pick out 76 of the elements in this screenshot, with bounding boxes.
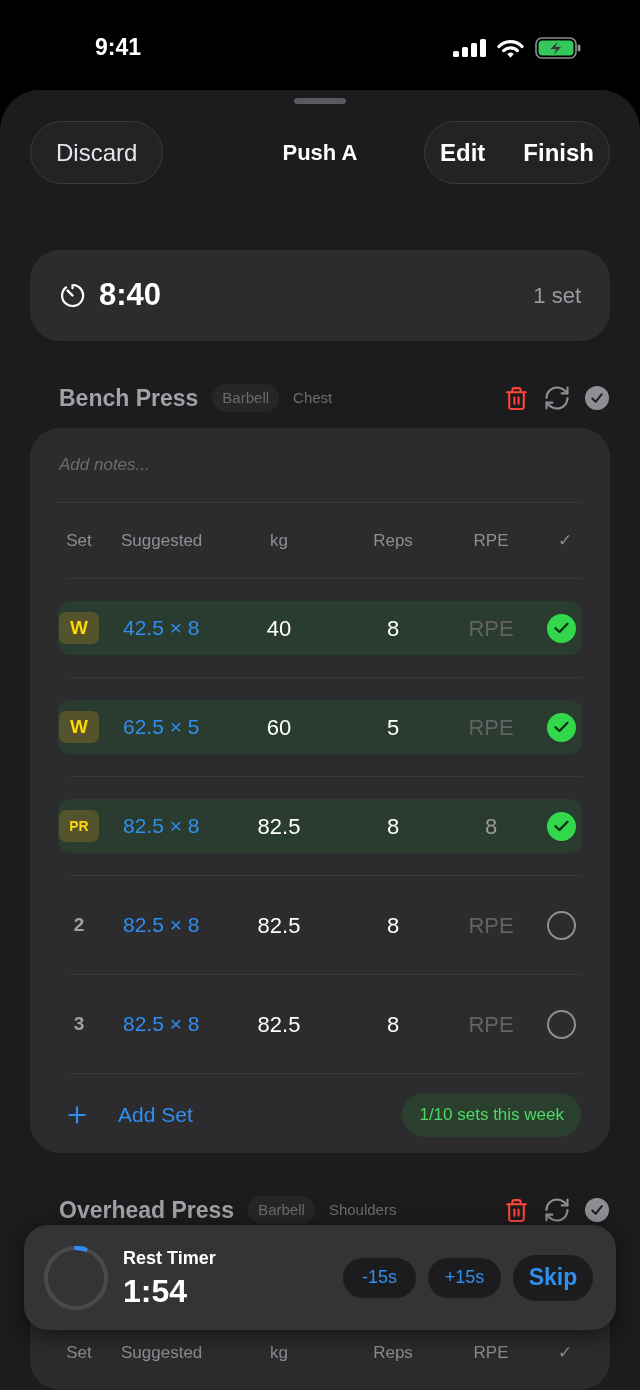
checkmark-icon [554, 820, 569, 832]
column-header: Reps [373, 529, 413, 552]
weight-input[interactable]: 60 [244, 710, 314, 744]
pr-set-badge[interactable]: PR [59, 810, 99, 842]
swap-icon[interactable] [543, 1196, 571, 1224]
adjust-time-button[interactable]: -15s [343, 1257, 416, 1298]
timer-icon [60, 283, 85, 308]
workout-title: Push A [282, 139, 358, 167]
exercise-name[interactable]: Overhead Press [59, 1198, 235, 1222]
edit-button[interactable]: Edit [440, 134, 486, 171]
checkmark-circle-icon[interactable] [585, 1198, 609, 1222]
suggested-weight-reps[interactable]: 42.5 × 8 [123, 616, 200, 640]
set-count: 1 set [533, 282, 581, 310]
battery-charging-icon [535, 37, 581, 59]
reps-input[interactable]: 5 [368, 710, 418, 744]
suggested-weight-reps[interactable]: 82.5 × 8 [123, 1012, 200, 1036]
muscle-tag: Shoulders [328, 1198, 397, 1222]
weight-input[interactable]: 82.5 [244, 809, 314, 843]
column-header: RPE [473, 1341, 509, 1364]
weight-input[interactable]: 40 [244, 611, 314, 645]
rpe-input[interactable]: RPE [466, 611, 516, 645]
rpe-input[interactable]: RPE [466, 1007, 516, 1041]
checkmark-circle-icon[interactable] [585, 386, 609, 410]
set-complete-checkbox[interactable] [547, 910, 576, 940]
set-complete-checkbox[interactable] [547, 712, 576, 742]
reps-input[interactable]: 8 [368, 611, 418, 645]
reps-input[interactable]: 8 [368, 809, 418, 843]
column-header: ✓ [558, 529, 572, 552]
finish-button[interactable]: Finish [523, 134, 594, 171]
status-time: 9:41 [95, 33, 142, 61]
equipment-tag: Barbell [248, 1195, 315, 1225]
rpe-input[interactable]: RPE [466, 908, 516, 942]
warmup-set-badge[interactable]: W [59, 612, 99, 644]
elapsed-time: 8:40 [99, 276, 162, 315]
adjust-time-button[interactable]: +15s [428, 1257, 501, 1298]
weight-input[interactable]: 82.5 [244, 908, 314, 942]
swap-icon[interactable] [543, 384, 571, 412]
weekly-sets-chip: 1/10 sets this week [402, 1092, 581, 1137]
equipment-tag: Barbell [212, 383, 280, 413]
rest-timer-label: Rest Timer [123, 1248, 216, 1267]
checkmark-icon [554, 721, 569, 733]
rpe-input[interactable]: RPE [466, 710, 516, 744]
column-header: RPE [473, 529, 509, 552]
suggested-weight-reps[interactable]: 82.5 × 8 [123, 913, 200, 937]
skip-button[interactable]: Skip [513, 1254, 593, 1301]
add-set-button[interactable]: Add Set [64, 1098, 193, 1131]
set-complete-checkbox[interactable] [547, 613, 576, 643]
column-header: ✓ [558, 1341, 572, 1364]
cellular-signal-icon [453, 39, 486, 57]
muscle-tag: Chest [293, 386, 333, 410]
reps-input[interactable]: 8 [368, 1007, 418, 1041]
column-header: Set [66, 529, 92, 552]
exercise-name[interactable]: Bench Press [59, 386, 199, 410]
delete-icon[interactable] [504, 385, 529, 411]
column-header: Suggested [121, 530, 203, 550]
column-header: Reps [373, 1341, 413, 1364]
weight-input[interactable]: 82.5 [244, 1007, 314, 1041]
column-header: kg [270, 529, 288, 552]
column-header: kg [270, 1341, 288, 1364]
column-header: Suggested [121, 1342, 203, 1362]
set-complete-checkbox[interactable] [547, 811, 576, 841]
set-number[interactable]: 2 [73, 910, 85, 940]
set-number[interactable]: 3 [73, 1009, 85, 1039]
set-complete-checkbox[interactable] [547, 1009, 576, 1039]
notes-field[interactable]: Add notes... [59, 452, 581, 478]
suggested-weight-reps[interactable]: 82.5 × 8 [123, 814, 200, 838]
rest-time-remaining: 1:54 [123, 1274, 189, 1307]
column-header: Set [66, 1341, 92, 1364]
suggested-weight-reps[interactable]: 62.5 × 5 [123, 715, 200, 739]
wifi-icon [497, 38, 524, 58]
rpe-input[interactable]: 8 [466, 809, 516, 843]
discard-button[interactable]: Discard [30, 121, 164, 184]
reps-input[interactable]: 8 [368, 908, 418, 942]
checkmark-icon [554, 622, 569, 634]
warmup-set-badge[interactable]: W [59, 711, 99, 743]
delete-icon[interactable] [504, 1197, 529, 1223]
